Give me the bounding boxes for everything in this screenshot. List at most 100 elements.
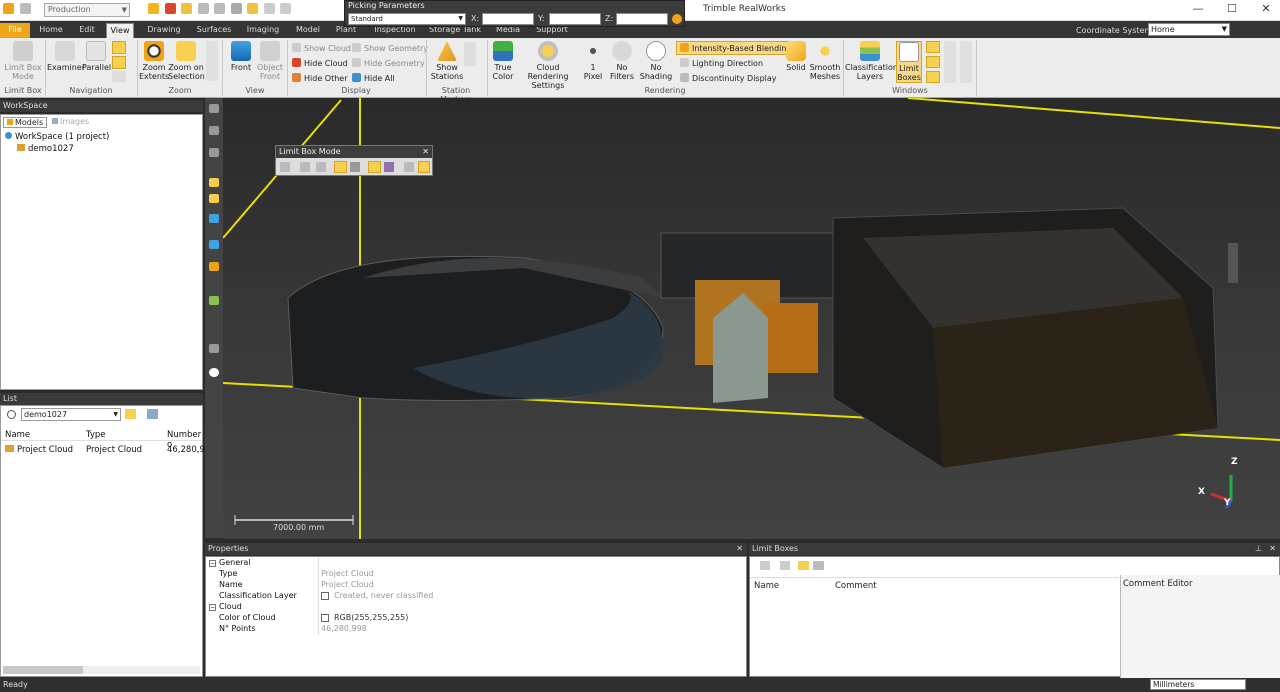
list-horizontal-scrollbar[interactable] — [3, 666, 200, 674]
folder-icon[interactable] — [125, 409, 136, 419]
close-icon[interactable]: ✕ — [736, 543, 743, 555]
object-front-button[interactable]: Object Front — [256, 41, 284, 81]
property-group-general[interactable]: − General — [206, 558, 746, 569]
pin-icon[interactable]: ⊥ — [1255, 543, 1262, 555]
color-swatch[interactable] — [321, 614, 329, 622]
list-filter-select[interactable]: demo1027 ▼ — [21, 408, 121, 421]
minimize-button[interactable]: — — [1188, 2, 1208, 18]
comment-editor[interactable]: Comment Editor — [1120, 575, 1280, 678]
cloud-rendering-settings-button[interactable]: Cloud Rendering Settings — [517, 41, 579, 90]
tool-icon[interactable] — [404, 162, 414, 172]
settings-icon[interactable] — [263, 3, 275, 14]
cursor-icon[interactable] — [112, 71, 126, 82]
examiner-button[interactable]: Examiner — [47, 41, 85, 72]
apply-icon[interactable] — [418, 161, 430, 173]
picking-mode-select[interactable]: Standard ▼ — [348, 13, 466, 25]
collapse-icon[interactable]: − — [209, 604, 216, 611]
tool-icon[interactable] — [209, 126, 219, 135]
remove-icon[interactable] — [760, 561, 770, 570]
tree-item-workspace[interactable]: WorkSpace (1 project) — [5, 132, 109, 142]
tool-icon[interactable] — [280, 162, 290, 172]
close-icon[interactable]: ✕ — [1269, 543, 1276, 555]
navigation-option-icon[interactable] — [112, 56, 126, 69]
save-icon[interactable] — [197, 3, 209, 14]
no-shading-button[interactable]: No Shading — [638, 41, 674, 81]
one-pixel-button[interactable]: 1 Pixel — [580, 41, 606, 81]
picking-target-icon[interactable] — [672, 14, 682, 24]
tool-icon[interactable] — [209, 214, 219, 223]
zoom-extents-button[interactable]: Zoom Extents — [139, 41, 169, 81]
close-button[interactable]: ✕ — [1256, 2, 1276, 18]
window-small-tools[interactable] — [960, 41, 972, 83]
tree-item-project[interactable]: demo1027 — [17, 144, 74, 154]
profile-select[interactable]: Production ▼ — [44, 3, 130, 17]
hide-other-button[interactable]: Hide Other — [292, 73, 348, 83]
window-small-tools[interactable] — [944, 41, 956, 83]
picking-y-input[interactable] — [549, 13, 601, 25]
tab-images[interactable]: Images — [49, 117, 92, 128]
window-toggle-icon[interactable] — [926, 56, 940, 68]
new-project-icon[interactable] — [148, 3, 159, 14]
close-icon[interactable]: ✕ — [422, 146, 429, 158]
tab-models[interactable]: Models — [3, 117, 48, 128]
export-icon[interactable] — [813, 561, 824, 570]
list-view-icon[interactable] — [147, 409, 158, 419]
open-folder-icon[interactable] — [798, 561, 809, 570]
hide-cloud-button[interactable]: Hide Cloud — [292, 58, 348, 68]
limit-boxes-button[interactable]: Limit Boxes — [896, 41, 922, 83]
property-group-cloud[interactable]: − Cloud — [206, 602, 746, 613]
examine-icon[interactable] — [350, 162, 360, 172]
tool-icon[interactable] — [209, 148, 219, 157]
rotate-icon[interactable] — [316, 162, 326, 172]
front-button[interactable]: Front — [226, 41, 256, 72]
scrollbar-thumb[interactable] — [3, 666, 83, 674]
box-edit-icon[interactable] — [368, 161, 381, 173]
coordinate-system-select[interactable]: Home ▼ — [1148, 23, 1230, 36]
smooth-meshes-button[interactable]: Smooth Meshes — [808, 41, 842, 81]
collapse-icon[interactable]: − — [209, 560, 216, 567]
tab-drawing[interactable]: Drawing — [142, 23, 186, 38]
tab-file[interactable]: File — [0, 23, 30, 38]
box-select-icon[interactable] — [384, 162, 394, 172]
limit-boxes-col-comment[interactable]: Comment — [835, 581, 877, 591]
intensity-blending-button[interactable]: Intensity-Based Blending — [676, 41, 796, 55]
tool-icon[interactable] — [209, 240, 219, 249]
help-icon[interactable] — [280, 3, 292, 14]
limit-box-mode-button[interactable]: Limit Box Mode — [3, 41, 43, 81]
hide-geometry-button[interactable]: Hide Geometry — [352, 58, 425, 68]
tool-icon[interactable] — [209, 194, 219, 203]
maximize-button[interactable]: ☐ — [1222, 2, 1242, 18]
picking-x-input[interactable] — [482, 13, 534, 25]
tab-model[interactable]: Model — [292, 23, 324, 38]
move-icon[interactable] — [300, 162, 310, 172]
print-icon[interactable] — [230, 3, 242, 14]
list-header-type[interactable]: Type — [86, 430, 106, 440]
show-cloud-button[interactable]: Show Cloud — [292, 43, 351, 53]
undo-icon[interactable] — [19, 3, 31, 14]
tool-icon[interactable] — [209, 368, 219, 377]
tab-home[interactable]: Home — [36, 23, 66, 38]
classification-layers-button[interactable]: Classification Layers — [845, 41, 898, 81]
solid-button[interactable]: Solid — [782, 41, 810, 72]
picking-z-input[interactable] — [616, 13, 668, 25]
classification-checkbox[interactable] — [321, 592, 329, 600]
limit-boxes-col-name[interactable]: Name — [754, 581, 779, 591]
hand-icon[interactable] — [334, 161, 347, 173]
export-icon[interactable] — [247, 3, 259, 14]
discontinuity-display-button[interactable]: Discontinuity Display — [680, 73, 777, 83]
open-folder-icon[interactable] — [181, 3, 193, 14]
show-stations-button[interactable]: Show Stations — [428, 41, 466, 81]
navigation-option-icon[interactable] — [112, 41, 126, 54]
parallel-button[interactable]: Parallel — [82, 41, 111, 72]
tab-edit[interactable]: Edit — [74, 23, 100, 38]
tab-surfaces[interactable]: Surfaces — [192, 23, 236, 38]
hide-all-button[interactable]: Hide All — [352, 73, 395, 83]
tool-icon[interactable] — [209, 296, 219, 305]
zoom-on-selection-button[interactable]: Zoom on Selection — [168, 41, 205, 81]
list-cell-name[interactable]: Project Cloud — [5, 445, 73, 455]
lighting-direction-button[interactable]: Lighting Direction — [680, 58, 763, 68]
tab-view[interactable]: View — [106, 23, 134, 38]
save-as-icon[interactable] — [214, 3, 226, 14]
tool-icon[interactable] — [209, 178, 219, 187]
window-toggle-icon[interactable] — [926, 41, 940, 53]
